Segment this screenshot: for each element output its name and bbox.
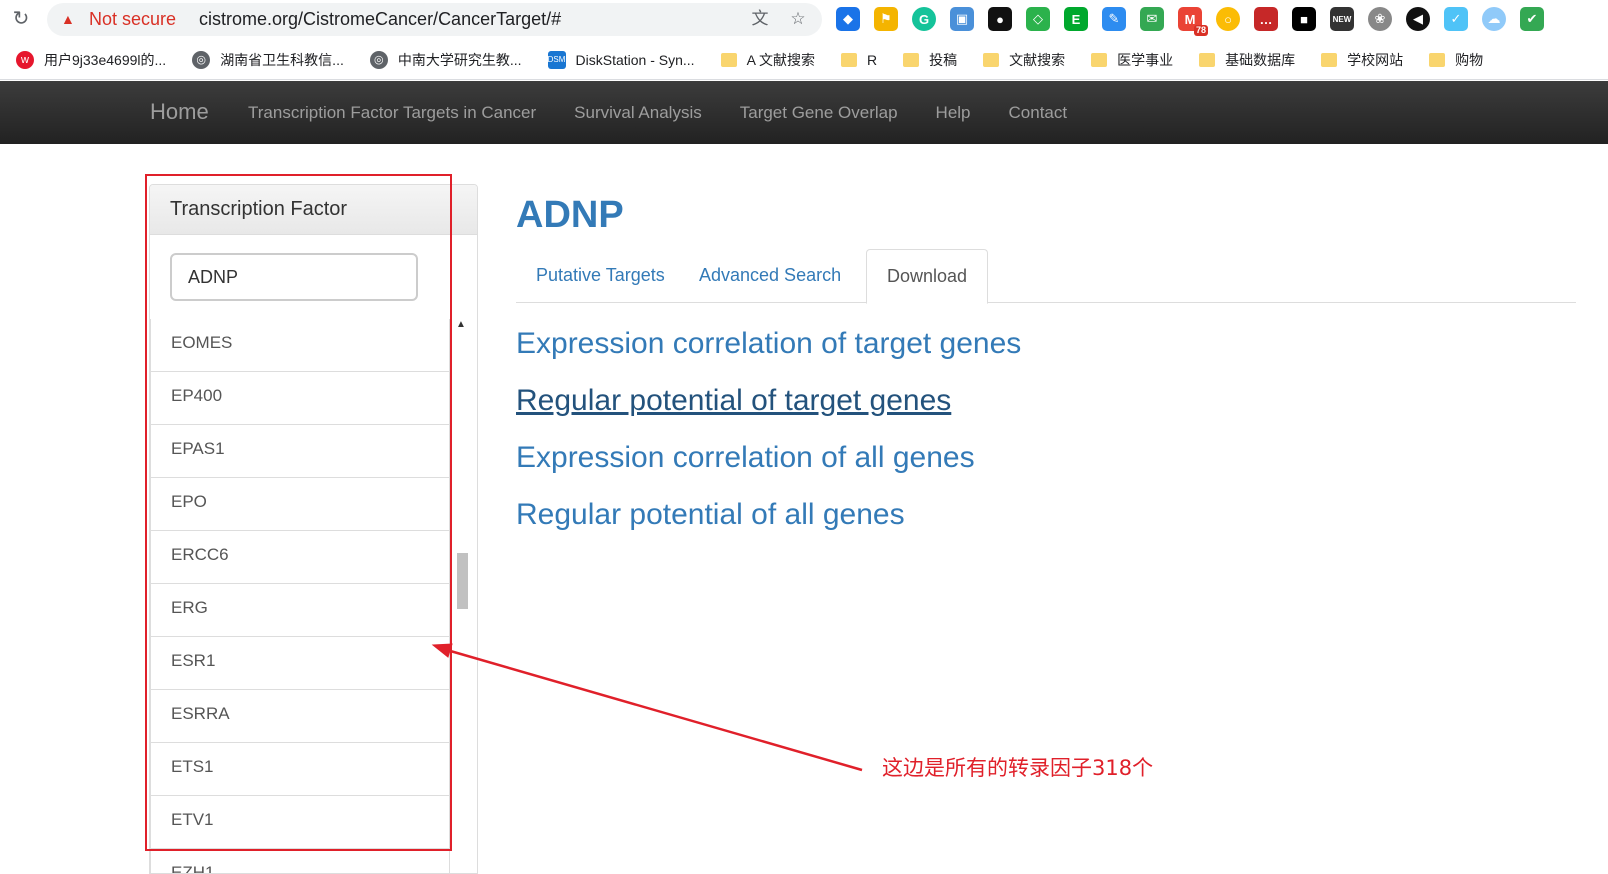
weibo-icon: w <box>16 50 34 69</box>
url-text[interactable]: cistrome.org/CistromeCancer/CancerTarget… <box>199 9 561 30</box>
extension-mail-check-icon[interactable]: ✉ <box>1140 7 1164 31</box>
globe-icon: ◎ <box>192 50 211 69</box>
extension-fish-icon[interactable]: ◀ <box>1406 7 1430 31</box>
bookmark-label: 用户9j33e4699l的... <box>44 51 167 68</box>
folder-icon <box>1321 52 1338 67</box>
folder-icon <box>841 52 858 67</box>
nav-contact-link[interactable]: Contact <box>1009 103 1068 123</box>
scroll-thumb[interactable] <box>457 553 468 609</box>
mail-badge: 78 <box>1193 25 1208 36</box>
extension-cloud-icon[interactable]: ☁ <box>1482 7 1506 31</box>
list-item[interactable]: EZH1 <box>150 849 450 873</box>
extension-diamond-icon[interactable]: ◇ <box>1026 7 1050 31</box>
evernote-icon[interactable]: E <box>1064 7 1088 31</box>
extension-shield-icon[interactable]: ✔ <box>1520 7 1544 31</box>
extension-lock-icon[interactable]: ■ <box>1292 7 1316 31</box>
bookmark-item[interactable]: w 用户9j33e4699l的... <box>16 50 166 70</box>
address-bar[interactable]: ▲ Not secure cistrome.org/CistromeCancer… <box>47 3 822 36</box>
bookmark-folder[interactable]: A 文献搜索 <box>720 50 816 70</box>
bookmark-folder[interactable]: 文献搜索 <box>983 50 1065 70</box>
bookmark-folder[interactable]: R <box>841 52 877 68</box>
nav-tf-targets-link[interactable]: Transcription Factor Targets in Cancer <box>248 103 536 123</box>
nav-menu: Transcription Factor Targets in Cancer S… <box>248 103 1105 123</box>
reload-icon[interactable]: ↻ <box>10 8 32 30</box>
bookmark-label: 医学事业 <box>1117 51 1174 68</box>
tab-putative-targets[interactable]: Putative Targets <box>516 249 685 303</box>
bookmark-label: 学校网站 <box>1347 51 1404 68</box>
download-regpot-all-link[interactable]: Regular potential of all genes <box>516 498 905 532</box>
folder-icon <box>983 52 1000 67</box>
warning-icon: ▲ <box>61 11 75 27</box>
bookmark-label: R <box>867 51 878 68</box>
nav-help-link[interactable]: Help <box>936 103 971 123</box>
bookmark-item[interactable]: DSM DiskStation - Syn... <box>547 50 695 69</box>
bookmark-label: A 文献搜索 <box>746 51 816 68</box>
bookmark-label: 投稿 <box>929 51 958 68</box>
list-scrollbar[interactable]: ▲ <box>453 319 469 873</box>
bookmark-item[interactable]: ◎ 中南大学研究生教... <box>369 50 522 70</box>
folder-icon <box>1091 52 1108 67</box>
extensions-bar: ◆ ⚑ G ▣ ● ◇ E ✎ ✉ M 78 ○ … ■ NEW ❀ ◀ ✓ ☁ … <box>836 7 1544 36</box>
bookmark-folder[interactable]: 学校网站 <box>1321 50 1403 70</box>
bookmark-label: DiskStation - Syn... <box>575 51 695 68</box>
folder-icon <box>720 52 737 67</box>
folder-icon <box>1199 52 1216 67</box>
folder-icon <box>1429 52 1446 67</box>
bookmark-label: 购物 <box>1455 51 1484 68</box>
bookmark-label: 湖南省卫生科教信... <box>220 51 344 68</box>
browser-toolbar: ↻ ▲ Not secure cistrome.org/CistromeCanc… <box>0 0 1608 40</box>
extension-brain-icon[interactable]: ❀ <box>1368 7 1392 31</box>
folder-icon <box>903 52 920 67</box>
grammarly-icon[interactable]: G <box>912 7 936 31</box>
bookmark-star-icon[interactable]: ☆ <box>787 8 809 30</box>
extension-new-icon[interactable]: NEW <box>1330 7 1354 31</box>
extension-scholar-icon[interactable]: ⚑ <box>874 7 898 31</box>
globe-icon: ◎ <box>369 50 388 69</box>
tab-bar: Putative Targets Advanced Search Downloa… <box>516 249 1576 304</box>
translate-icon[interactable]: 文 <box>749 8 771 30</box>
annotation-box <box>145 174 452 851</box>
extension-dots-icon[interactable]: … <box>1254 7 1278 31</box>
bookmark-folder[interactable]: 基础数据库 <box>1199 50 1295 70</box>
bookmark-label: 文献搜索 <box>1009 51 1066 68</box>
annotation-text: 这边是所有的转录因子318个 <box>882 756 1154 780</box>
nav-overlap-link[interactable]: Target Gene Overlap <box>740 103 898 123</box>
bookmark-folder[interactable]: 投稿 <box>903 50 957 70</box>
nav-home-link[interactable]: Home <box>150 99 209 125</box>
extension-graduation-icon[interactable]: ◆ <box>836 7 860 31</box>
bookmarks-bar: w 用户9j33e4699l的... ◎ 湖南省卫生科教信... ◎ 中南大学研究生教… <box>0 40 1608 80</box>
tab-advanced-search[interactable]: Advanced Search <box>679 249 861 303</box>
not-secure-label[interactable]: Not secure <box>89 9 176 30</box>
nav-survival-link[interactable]: Survival Analysis <box>574 103 702 123</box>
page-title: ADNP <box>516 194 624 236</box>
site-navbar: Home Transcription Factor Targets in Can… <box>0 81 1608 144</box>
download-expr-target-link[interactable]: Expression correlation of target genes <box>516 327 1021 361</box>
bookmark-folder[interactable]: 医学事业 <box>1091 50 1173 70</box>
gmail-icon[interactable]: M 78 <box>1178 7 1208 36</box>
bookmark-folder[interactable]: 购物 <box>1429 50 1483 70</box>
extension-reader-icon[interactable]: ▣ <box>950 7 974 31</box>
scroll-up-arrow-icon[interactable]: ▲ <box>456 319 466 330</box>
download-regpot-target-link[interactable]: Regular potential of target genes <box>516 384 951 418</box>
bookmark-item[interactable]: ◎ 湖南省卫生科教信... <box>192 50 344 70</box>
dsm-icon: DSM <box>547 50 566 69</box>
download-expr-all-link[interactable]: Expression correlation of all genes <box>516 441 975 475</box>
bookmark-label: 基础数据库 <box>1225 51 1296 68</box>
chrome-extension-icon[interactable]: ○ <box>1216 7 1240 31</box>
extension-pencil-icon[interactable]: ✓ <box>1444 7 1468 31</box>
extension-pen-icon[interactable]: ✎ <box>1102 7 1126 31</box>
extension-cat-icon[interactable]: ● <box>988 7 1012 31</box>
tab-download[interactable]: Download <box>866 249 989 304</box>
bookmark-label: 中南大学研究生教... <box>397 51 522 68</box>
